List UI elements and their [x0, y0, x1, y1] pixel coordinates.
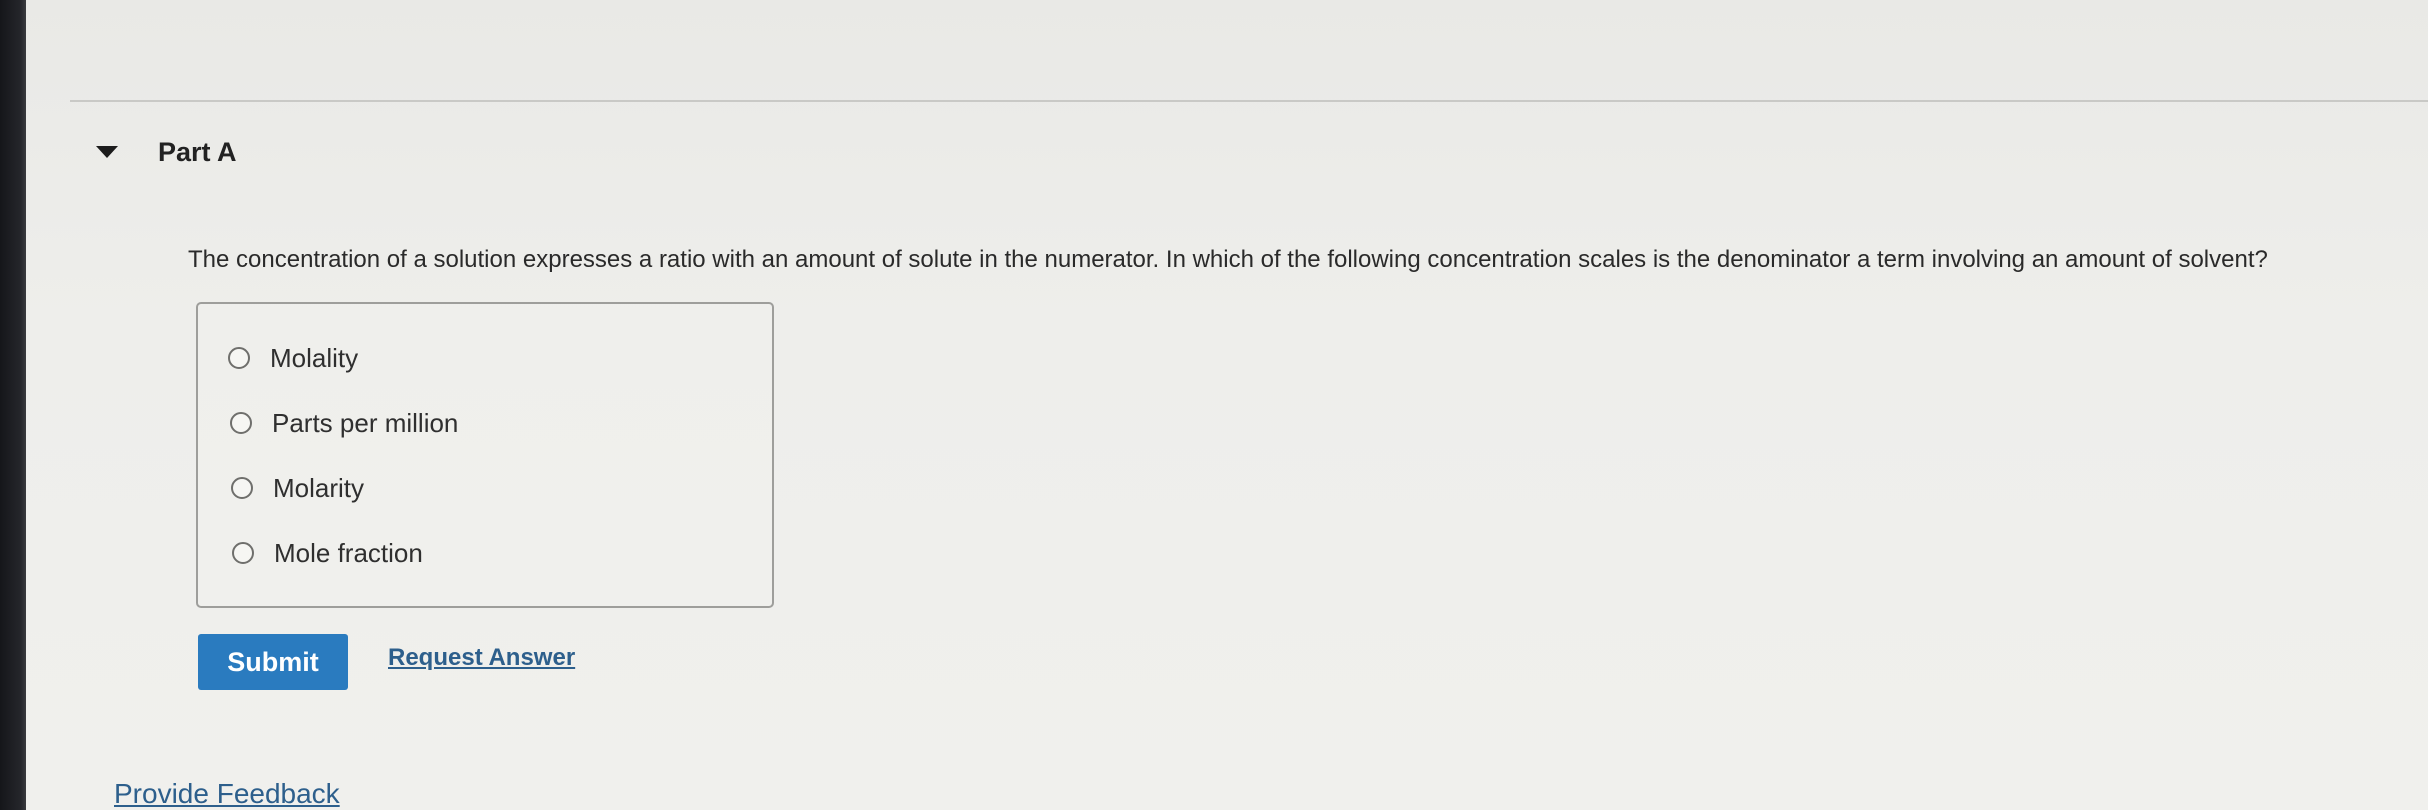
option-molarity[interactable]: Molarity [231, 470, 364, 506]
answer-options: Molality Parts per million Molarity Mole… [196, 302, 774, 608]
request-answer-link[interactable]: Request Answer [388, 644, 575, 672]
radio-button[interactable] [228, 347, 250, 369]
radio-button[interactable] [230, 412, 252, 434]
part-header[interactable]: Part A [96, 134, 237, 170]
option-molality[interactable]: Molality [228, 340, 358, 376]
option-label: Parts per million [272, 407, 459, 438]
caret-down-icon[interactable] [96, 146, 118, 158]
option-label: Mole fraction [274, 537, 423, 568]
question-text: The concentration of a solution expresse… [188, 246, 2268, 273]
assignment-page: Part A The concentration of a solution e… [26, 0, 2428, 810]
radio-button[interactable] [231, 477, 253, 499]
provide-feedback-link[interactable]: Provide Feedback [114, 778, 340, 810]
radio-button[interactable] [232, 542, 254, 564]
part-title: Part A [158, 136, 237, 167]
option-label: Molality [270, 342, 359, 373]
submit-button[interactable]: Submit [198, 634, 348, 690]
option-mole-fraction[interactable]: Mole fraction [232, 535, 423, 571]
section-divider [70, 100, 2428, 102]
screen-bezel [0, 0, 26, 810]
option-label: Molarity [273, 472, 365, 503]
option-parts-per-million[interactable]: Parts per million [230, 405, 458, 441]
